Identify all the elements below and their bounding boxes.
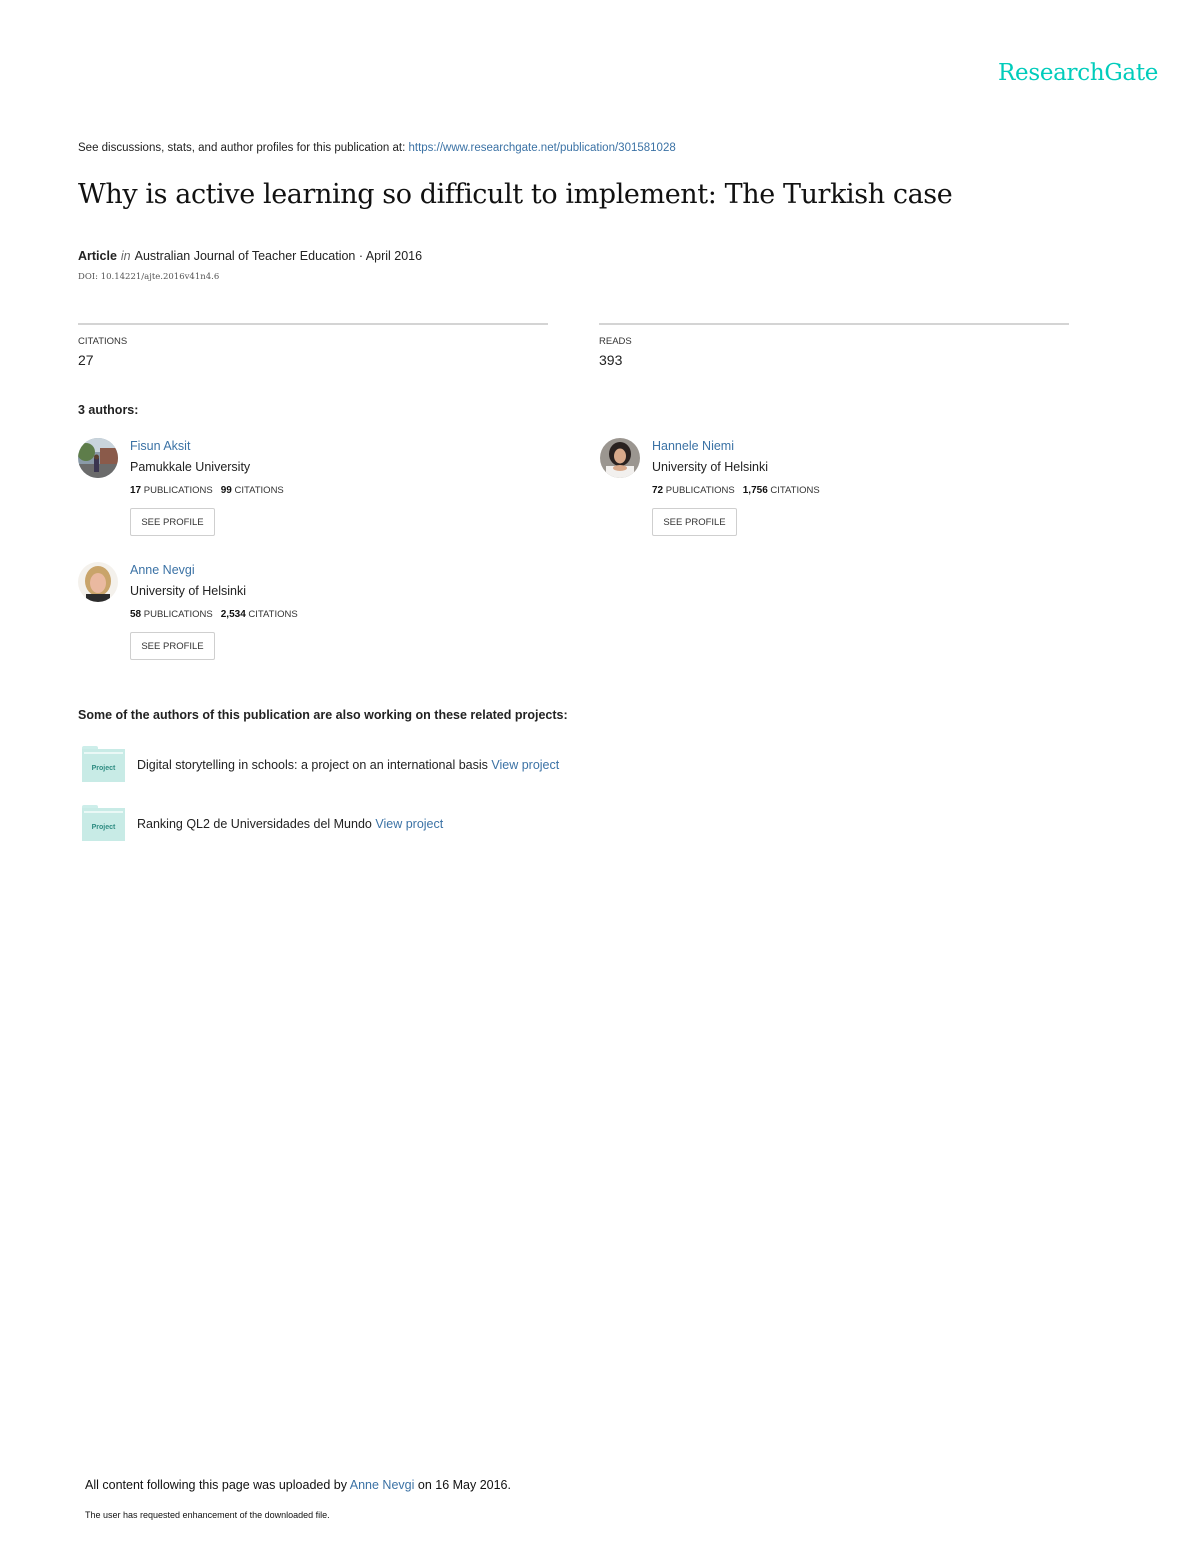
upload-note: All content following this page was uplo…: [85, 1478, 511, 1492]
citations-label: CITATIONS: [234, 485, 284, 496]
project-icon-label: Project: [91, 824, 116, 831]
author-institution: University of Helsinki: [130, 584, 247, 598]
citations-count: 99: [220, 485, 232, 496]
reads-label: READS: [599, 336, 632, 347]
project-title: Digital storytelling in schools: a proje…: [137, 758, 488, 772]
citations-divider: [78, 323, 548, 325]
publication-url-link[interactable]: https://www.researchgate.net/publication…: [409, 142, 676, 154]
citations-value: 27: [78, 352, 94, 368]
view-project-link[interactable]: View project: [375, 817, 443, 831]
author-stats: 72 PUBLICATIONS 1,756 CITATIONS: [652, 485, 820, 496]
publications-label: PUBLICATIONS: [143, 609, 213, 620]
project-item: Project Digital storytelling in schools:…: [82, 746, 782, 786]
see-profile-button[interactable]: SEE PROFILE: [130, 508, 215, 536]
citations-label: CITATIONS: [78, 336, 128, 347]
intro-text: See discussions, stats, and author profi…: [78, 142, 409, 154]
doi: DOI: 10.14221/ajte.2016v41n4.6: [78, 272, 220, 282]
reads-divider: [599, 323, 1069, 325]
publications-count: 58: [130, 609, 142, 620]
upload-suffix: on 16 May 2016.: [414, 1478, 511, 1492]
project-text: Ranking QL2 de Universidades del Mundo V…: [137, 817, 443, 831]
see-profile-button[interactable]: SEE PROFILE: [130, 632, 215, 660]
citations-label: CITATIONS: [248, 609, 298, 620]
publication-title: Why is active learning so difficult to i…: [78, 179, 953, 210]
enhancement-note: The user has requested enhancement of th…: [85, 1510, 330, 1520]
publications-count: 72: [652, 485, 664, 496]
see-profile-button[interactable]: SEE PROFILE: [652, 508, 737, 536]
publications-count: 17: [130, 485, 142, 496]
related-projects-heading: Some of the authors of this publication …: [78, 708, 568, 722]
author-card: Anne Nevgi University of Helsinki 58 PUB…: [78, 562, 498, 672]
avatar[interactable]: [600, 438, 640, 478]
project-text: Digital storytelling in schools: a proje…: [137, 758, 559, 772]
author-institution: University of Helsinki: [652, 460, 769, 474]
avatar[interactable]: [78, 438, 118, 478]
author-stats: 17 PUBLICATIONS 99 CITATIONS: [130, 485, 284, 496]
authors-heading: 3 authors:: [78, 403, 139, 417]
publications-label: PUBLICATIONS: [665, 485, 735, 496]
researchgate-logo[interactable]: ResearchGate: [998, 60, 1158, 86]
citations-label: CITATIONS: [770, 485, 820, 496]
author-name-link[interactable]: Fisun Aksit: [130, 439, 190, 453]
citations-count: 2,534: [220, 609, 246, 620]
author-name-link[interactable]: Hannele Niemi: [652, 439, 734, 453]
publication-meta: Article in Australian Journal of Teacher E…: [78, 249, 422, 263]
author-card: Hannele Niemi University of Helsinki 72 …: [600, 438, 1020, 548]
in-label: in: [120, 249, 131, 263]
reads-value: 393: [599, 352, 623, 368]
project-title: Ranking QL2 de Universidades del Mundo: [137, 817, 372, 831]
publications-label: PUBLICATIONS: [143, 485, 213, 496]
uploader-link[interactable]: Anne Nevgi: [350, 1478, 415, 1492]
upload-prefix: All content following this page was uplo…: [85, 1478, 350, 1492]
project-item: Project Ranking QL2 de Universidades del…: [82, 805, 782, 845]
author-institution: Pamukkale University: [130, 460, 251, 474]
project-folder-icon: Project: [82, 746, 125, 782]
journal-date: Australian Journal of Teacher Education …: [134, 249, 423, 263]
author-name-link[interactable]: Anne Nevgi: [130, 563, 195, 577]
citations-count: 1,756: [742, 485, 768, 496]
publication-link-line: See discussions, stats, and author profi…: [78, 142, 676, 154]
avatar[interactable]: [78, 562, 118, 602]
author-card: Fisun Aksit Pamukkale University 17 PUBL…: [78, 438, 498, 548]
author-stats: 58 PUBLICATIONS 2,534 CITATIONS: [130, 609, 298, 620]
publication-type: Article: [78, 249, 117, 263]
project-icon-label: Project: [91, 765, 116, 772]
project-folder-icon: Project: [82, 805, 125, 841]
view-project-link[interactable]: View project: [491, 758, 559, 772]
